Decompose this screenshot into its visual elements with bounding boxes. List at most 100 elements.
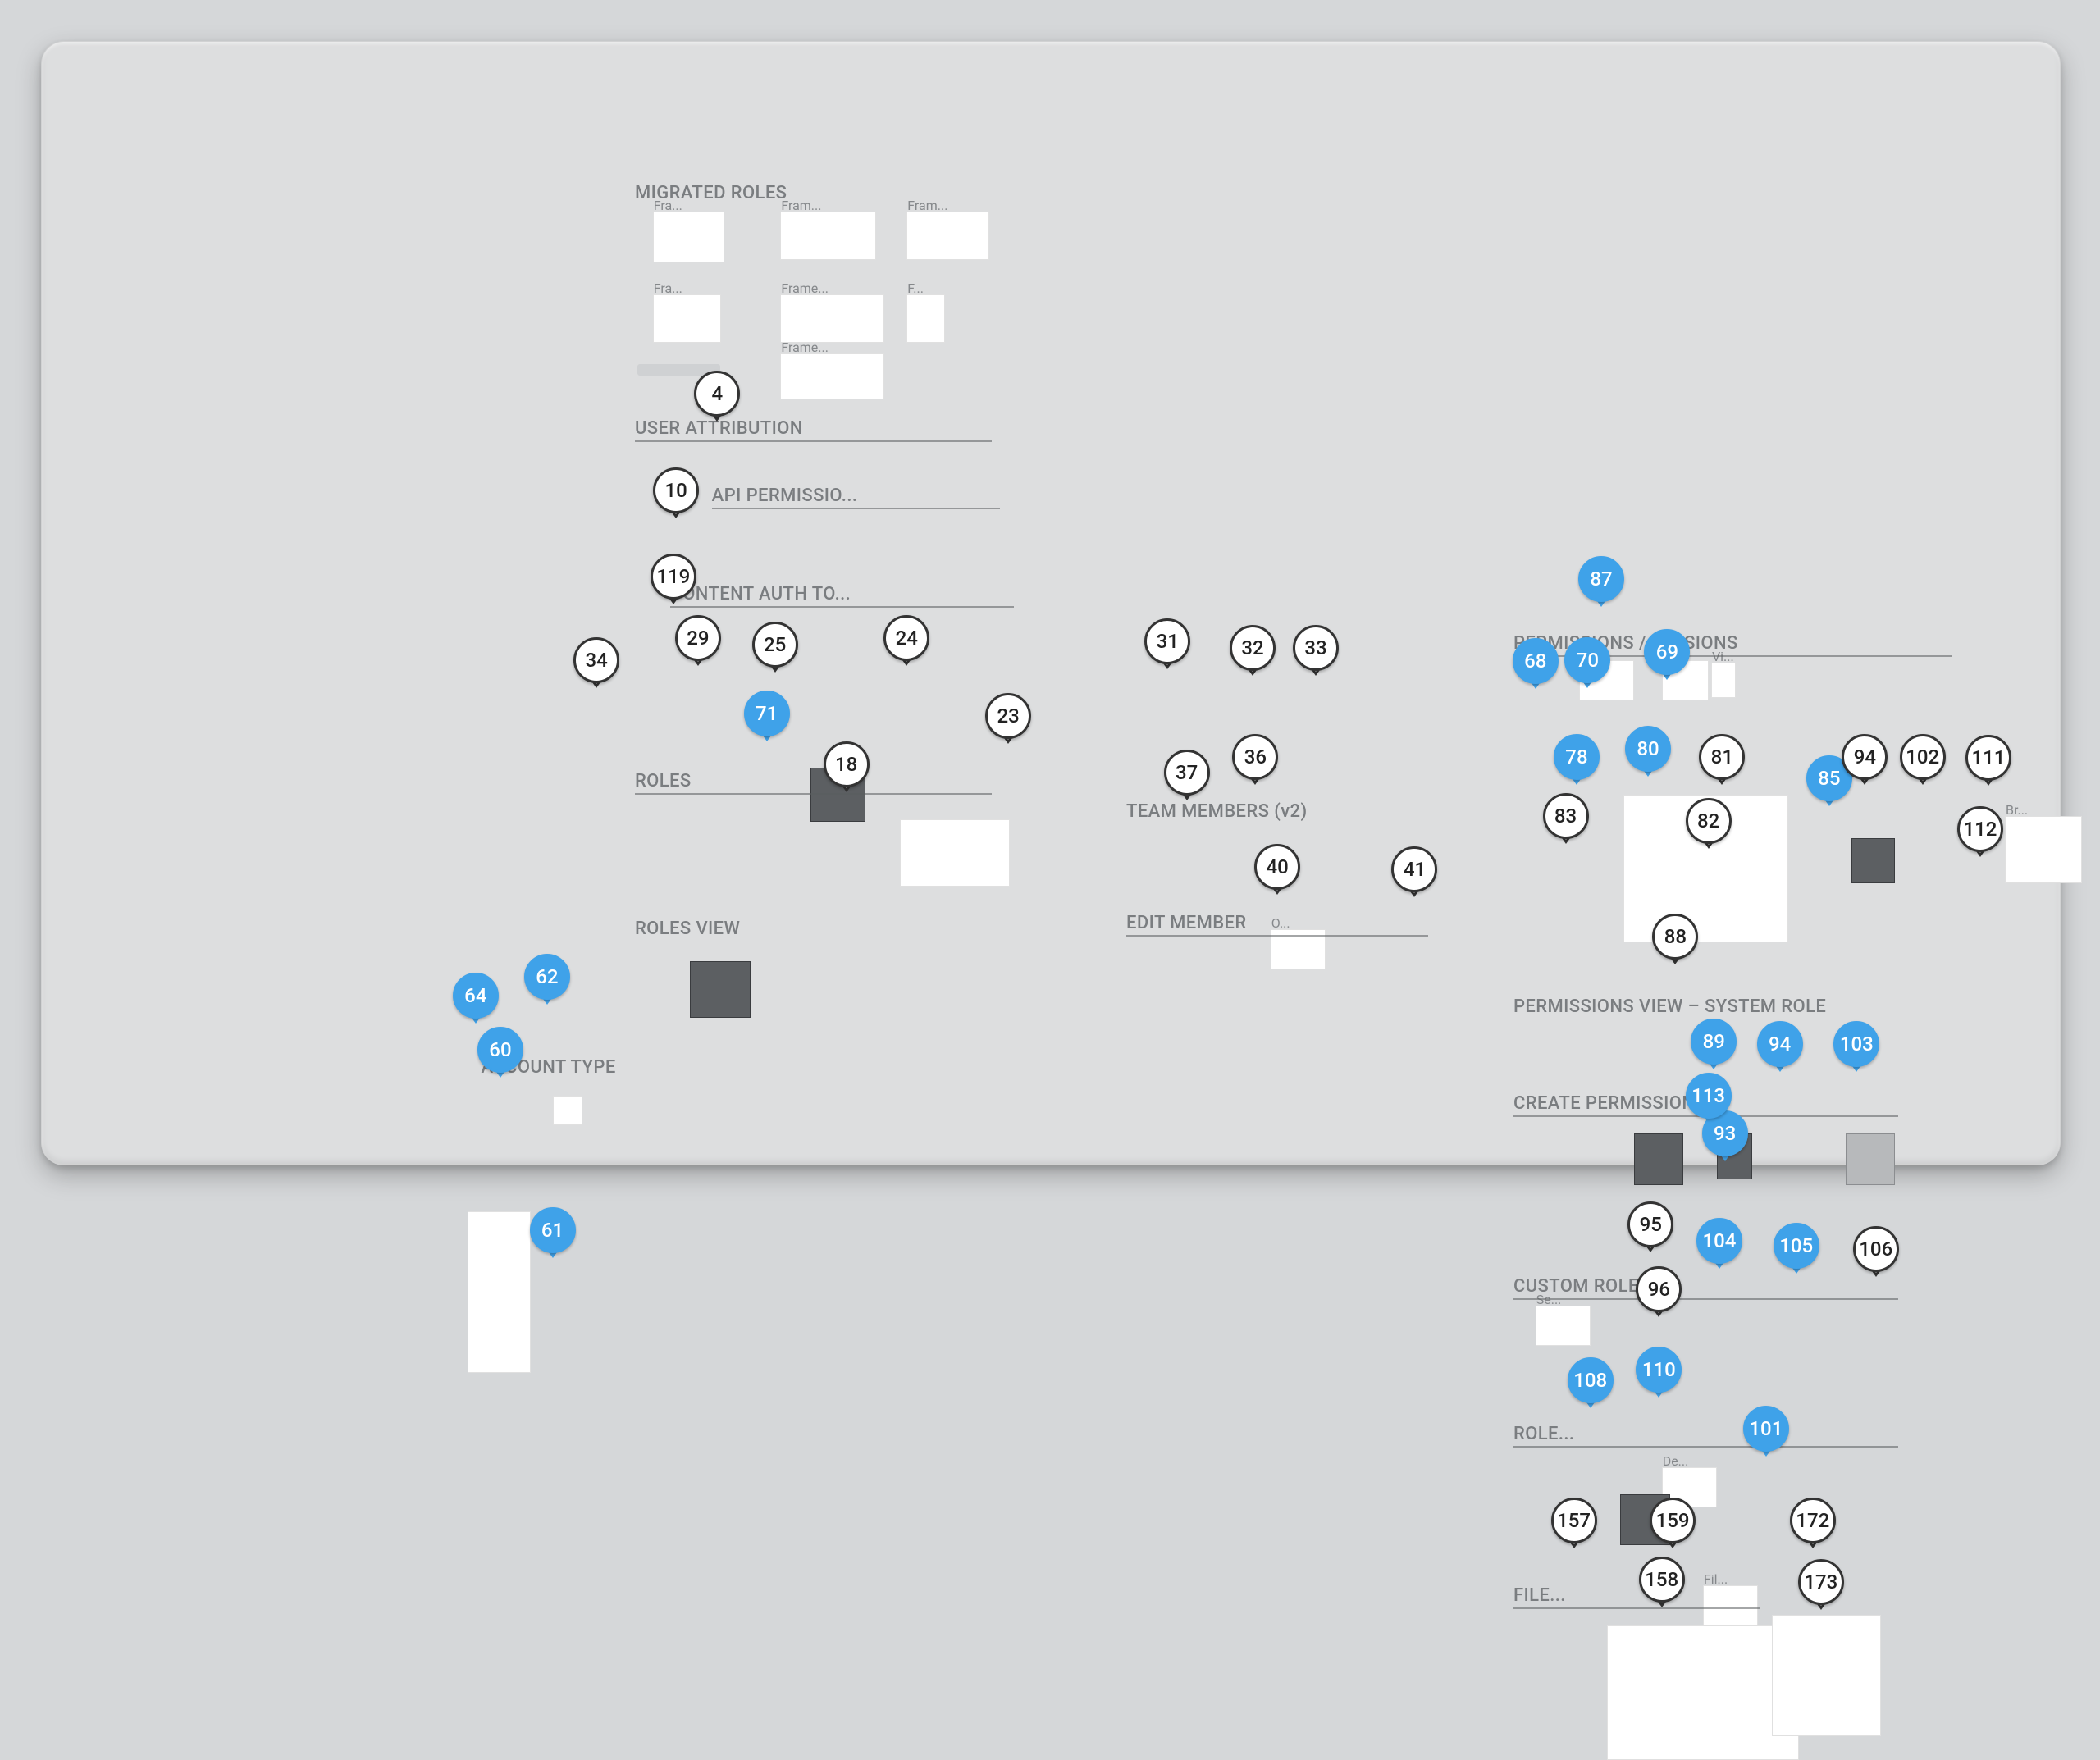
map-pin[interactable]: 108 (1568, 1357, 1614, 1413)
design-frame-thumbnail[interactable]: Fram... (780, 212, 876, 260)
map-pin-number: 94 (1842, 734, 1888, 780)
map-pin[interactable]: 70 (1564, 637, 1610, 693)
map-pin-number: 68 (1513, 638, 1559, 684)
map-pin[interactable]: 159 (1650, 1498, 1696, 1553)
map-pin[interactable]: 104 (1696, 1218, 1742, 1274)
map-pin[interactable]: 10 (653, 467, 699, 523)
design-frame-thumbnail[interactable]: Frame... (780, 294, 884, 343)
map-pin[interactable]: 31 (1144, 618, 1190, 674)
map-pin-number: 82 (1686, 798, 1732, 844)
map-pin[interactable]: 158 (1639, 1557, 1685, 1612)
map-pin-number: 103 (1833, 1021, 1879, 1067)
design-frame-thumbnail[interactable]: F... (906, 294, 945, 343)
map-pin[interactable]: 34 (573, 637, 619, 693)
map-pin[interactable]: 41 (1391, 846, 1437, 902)
map-pin-number: 23 (985, 693, 1031, 739)
map-pin[interactable]: 83 (1543, 793, 1589, 849)
design-frame-thumbnail[interactable] (900, 819, 1010, 887)
map-pin-number: 78 (1554, 734, 1600, 780)
map-pin-number: 89 (1691, 1019, 1737, 1065)
frame-label: Frame... (781, 280, 829, 296)
design-frame-thumbnail[interactable]: Br... (2005, 816, 2082, 883)
map-pin-number: 110 (1636, 1347, 1682, 1393)
map-pin[interactable]: 4 (694, 371, 740, 426)
map-pin-number: 36 (1232, 734, 1278, 780)
design-frame-thumbnail[interactable] (468, 1211, 531, 1373)
map-pin[interactable]: 71 (744, 691, 790, 746)
design-frame-thumbnail[interactable]: Fra... (653, 294, 722, 343)
map-pin[interactable]: 119 (651, 554, 696, 609)
map-pin[interactable]: 94 (1757, 1021, 1803, 1077)
design-frame-thumbnail[interactable] (1851, 838, 1896, 884)
map-pin[interactable]: 25 (752, 622, 798, 677)
map-pin-number: 25 (752, 622, 798, 668)
map-pin[interactable]: 112 (1957, 806, 2003, 862)
design-frame-thumbnail[interactable] (1846, 1133, 1895, 1184)
map-pin-number: 83 (1543, 793, 1589, 839)
map-pin[interactable]: 18 (824, 741, 870, 797)
design-frame-thumbnail[interactable] (1607, 1625, 1799, 1760)
map-pin[interactable]: 94 (1842, 734, 1888, 790)
map-pin[interactable]: 96 (1636, 1266, 1682, 1322)
map-pin[interactable]: 95 (1628, 1201, 1673, 1257)
map-pin[interactable]: 88 (1652, 914, 1698, 969)
map-pin-number: 101 (1743, 1406, 1789, 1452)
design-frame-thumbnail[interactable] (1634, 1133, 1683, 1184)
map-pin[interactable]: 40 (1254, 844, 1300, 900)
design-frame-thumbnail[interactable]: Frame... (780, 353, 884, 399)
map-pin-number: 102 (1900, 734, 1946, 780)
map-pin[interactable]: 61 (530, 1207, 576, 1263)
map-pin[interactable]: 103 (1833, 1021, 1879, 1077)
map-pin-number: 33 (1293, 625, 1339, 671)
section-label-permissions-view: PERMISSIONS VIEW – SYSTEM ROLE (1513, 996, 2100, 1017)
map-pin[interactable]: 36 (1232, 734, 1278, 790)
map-pin[interactable]: 32 (1230, 625, 1276, 681)
map-pin[interactable]: 110 (1636, 1347, 1682, 1402)
design-frame-thumbnail[interactable] (690, 961, 751, 1018)
map-pin-number: 87 (1578, 556, 1624, 602)
map-pin[interactable]: 157 (1551, 1498, 1597, 1553)
design-frame-thumbnail[interactable]: Se... (1536, 1306, 1591, 1346)
map-pin[interactable]: 62 (524, 954, 570, 1010)
map-pin[interactable]: 89 (1691, 1019, 1737, 1074)
map-pin[interactable]: 80 (1625, 726, 1671, 782)
map-pin[interactable]: 33 (1293, 625, 1339, 681)
map-pin-number: 34 (573, 637, 619, 683)
section-label-user-attribution: USER ATTRIBUTION (635, 418, 992, 439)
map-pin[interactable]: 29 (675, 615, 721, 671)
map-pin-number: 80 (1625, 726, 1671, 772)
map-pin[interactable]: 113 (1686, 1073, 1732, 1128)
map-pin[interactable]: 68 (1513, 638, 1559, 694)
map-pin[interactable]: 60 (477, 1027, 523, 1083)
section-label-roles-view: ROLES VIEW (635, 919, 896, 939)
map-pin[interactable]: 101 (1743, 1406, 1789, 1461)
design-frame-thumbnail[interactable] (553, 1096, 583, 1125)
map-pin[interactable]: 102 (1900, 734, 1946, 790)
design-frame-thumbnail[interactable]: Fra... (653, 212, 724, 262)
map-pin-number: 41 (1391, 846, 1437, 892)
map-pin[interactable]: 173 (1798, 1559, 1844, 1615)
map-pin[interactable]: 172 (1790, 1498, 1836, 1553)
design-frame-thumbnail[interactable]: Fram... (906, 212, 988, 260)
figma-canvas[interactable]: Fra... Fram... Fram... Fra... Frame... F... Fr… (42, 42, 2060, 1165)
map-pin-number: 40 (1254, 844, 1300, 890)
map-pin-number: 64 (453, 973, 499, 1019)
map-pin[interactable]: 87 (1578, 556, 1624, 612)
map-pin[interactable]: 78 (1554, 734, 1600, 790)
map-pin[interactable]: 81 (1699, 734, 1745, 790)
map-pin[interactable]: 111 (1965, 735, 2011, 791)
design-frame-thumbnail[interactable] (1772, 1615, 1882, 1736)
design-frame-thumbnail[interactable]: Vi... (1711, 663, 1736, 698)
map-pin[interactable]: 106 (1853, 1226, 1899, 1282)
map-pin[interactable]: 69 (1644, 629, 1690, 685)
map-pin-number: 61 (530, 1207, 576, 1253)
map-pin[interactable]: 105 (1774, 1223, 1819, 1279)
map-pin[interactable]: 64 (453, 973, 499, 1028)
map-pin[interactable]: 23 (985, 693, 1031, 749)
map-pin[interactable]: 24 (883, 615, 929, 671)
map-pin[interactable]: 82 (1686, 798, 1732, 854)
design-canvas-card[interactable]: Fra... Fram... Fram... Fra... Frame... F... Fr… (41, 41, 2061, 1165)
map-pin[interactable]: 37 (1164, 750, 1210, 805)
frame-label: Br... (2006, 802, 2028, 818)
map-pin-number: 37 (1164, 750, 1210, 796)
